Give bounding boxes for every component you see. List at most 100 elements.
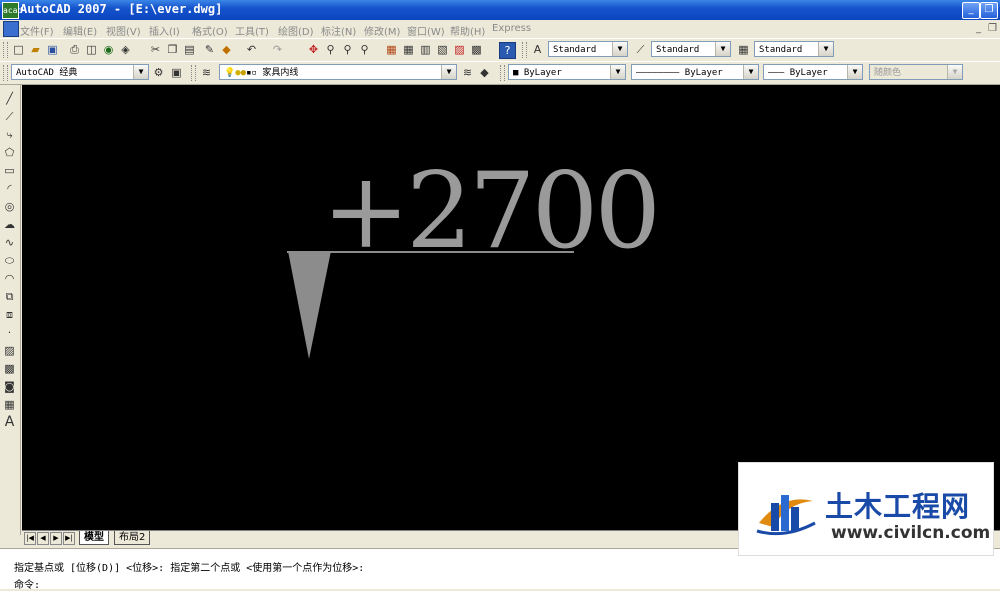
make-block-icon[interactable]: ⧈ bbox=[2, 307, 17, 322]
gradient-icon[interactable]: ▩ bbox=[2, 361, 17, 376]
ellipse-arc-icon[interactable]: ◠ bbox=[2, 271, 17, 286]
layer-manager-icon[interactable]: ≋ bbox=[199, 65, 214, 80]
elevation-triangle[interactable] bbox=[288, 251, 331, 359]
match-properties-icon[interactable]: ✎ bbox=[202, 42, 217, 57]
lineweight-select[interactable]: ——— ByLayer ▼ bbox=[763, 64, 863, 80]
toolbar-grip[interactable] bbox=[3, 65, 8, 81]
properties-toolbar-grip[interactable] bbox=[500, 65, 505, 81]
workspace-select[interactable]: AutoCAD 经典 ▼ bbox=[11, 64, 149, 80]
toolbar-grip[interactable] bbox=[3, 42, 8, 58]
tool-palettes-icon[interactable]: ▥ bbox=[418, 42, 433, 57]
point-icon[interactable]: · bbox=[2, 325, 17, 340]
text-style-select[interactable]: Standard ▼ bbox=[548, 41, 628, 57]
polyline-icon[interactable]: ⤷ bbox=[2, 127, 17, 142]
doc-minimize-button[interactable]: _ bbox=[976, 23, 981, 34]
prev-tab-button[interactable]: ◀ bbox=[37, 532, 49, 545]
paste-icon[interactable]: ▤ bbox=[182, 42, 197, 57]
chevron-down-icon[interactable]: ▼ bbox=[715, 42, 730, 56]
menu-express[interactable]: Express bbox=[492, 23, 531, 34]
open-file-icon[interactable]: ▰ bbox=[28, 42, 43, 57]
workspace-settings-icon[interactable]: ⚙ bbox=[151, 65, 166, 80]
doc-restore-button[interactable]: ❐ bbox=[988, 23, 997, 34]
menu-view[interactable]: 视图(V) bbox=[106, 23, 141, 38]
next-tab-button[interactable]: ▶ bbox=[50, 532, 62, 545]
design-center-icon[interactable]: ▦ bbox=[401, 42, 416, 57]
layer-select[interactable]: 💡●●▪▫ 家具内线 ▼ bbox=[219, 64, 457, 80]
elevation-symbol[interactable] bbox=[287, 251, 333, 361]
layers-toolbar-grip[interactable] bbox=[191, 65, 196, 81]
revision-cloud-icon[interactable]: ☁ bbox=[2, 217, 17, 232]
menu-format[interactable]: 格式(O) bbox=[192, 23, 228, 38]
hatch-icon[interactable]: ▨ bbox=[2, 343, 17, 358]
command-prompt[interactable]: 命令: bbox=[14, 576, 40, 591]
copy-icon[interactable]: ❐ bbox=[165, 42, 180, 57]
redo-icon[interactable]: ↷ bbox=[270, 42, 285, 57]
dim-style-select[interactable]: Standard ▼ bbox=[651, 41, 731, 57]
chevron-down-icon[interactable]: ▼ bbox=[743, 65, 758, 79]
chevron-down-icon[interactable]: ▼ bbox=[847, 65, 862, 79]
calculator-icon[interactable]: ▩ bbox=[469, 42, 484, 57]
zoom-window-icon[interactable]: ⚲ bbox=[340, 42, 355, 57]
autocad-app-icon[interactable]: acad bbox=[2, 2, 22, 19]
layer-previous-icon[interactable]: ◆ bbox=[477, 65, 492, 80]
document-icon[interactable] bbox=[3, 21, 19, 37]
menu-draw[interactable]: 绘图(D) bbox=[278, 23, 314, 38]
last-tab-button[interactable]: ▶| bbox=[63, 532, 75, 545]
construction-line-icon[interactable]: ⟋ bbox=[2, 109, 17, 124]
circle-icon[interactable]: ◎ bbox=[2, 199, 17, 214]
print-preview-icon[interactable]: ◫ bbox=[84, 42, 99, 57]
zoom-previous-icon[interactable]: ⚲ bbox=[357, 42, 372, 57]
arc-icon[interactable]: ◜ bbox=[2, 181, 17, 196]
polygon-icon[interactable]: ⬠ bbox=[2, 145, 17, 160]
styles-toolbar-grip[interactable] bbox=[522, 42, 527, 58]
ellipse-icon[interactable]: ⬭ bbox=[2, 253, 17, 268]
chevron-down-icon[interactable]: ▼ bbox=[612, 42, 627, 56]
minimize-button[interactable]: _ bbox=[962, 2, 980, 19]
line-icon[interactable]: ╱ bbox=[2, 91, 17, 106]
spline-icon[interactable]: ∿ bbox=[2, 235, 17, 250]
chevron-down-icon[interactable]: ▼ bbox=[133, 65, 148, 79]
dim-style-icon[interactable]: ⟋ bbox=[633, 42, 648, 57]
region-icon[interactable]: ◙ bbox=[2, 379, 17, 394]
menu-modify[interactable]: 修改(M) bbox=[364, 23, 400, 38]
menu-insert[interactable]: 插入(I) bbox=[149, 23, 180, 38]
make-current-layer-icon[interactable]: ≋ bbox=[460, 65, 475, 80]
new-file-icon[interactable]: □ bbox=[11, 42, 26, 57]
help-icon[interactable]: ? bbox=[499, 42, 516, 59]
restore-button[interactable]: ❐ bbox=[980, 2, 998, 19]
print-icon[interactable]: ⎙ bbox=[67, 42, 82, 57]
linetype-select[interactable]: ———————— ByLayer ▼ bbox=[631, 64, 759, 80]
workspace-save-icon[interactable]: ▣ bbox=[169, 65, 184, 80]
menu-file[interactable]: 文件(F) bbox=[20, 23, 54, 38]
chevron-down-icon[interactable]: ▼ bbox=[441, 65, 456, 79]
table-icon[interactable]: ▦ bbox=[2, 397, 17, 412]
table-style-icon[interactable]: ▦ bbox=[736, 42, 751, 57]
save-icon[interactable]: ▣ bbox=[45, 42, 60, 57]
rectangle-icon[interactable]: ▭ bbox=[2, 163, 17, 178]
menu-help[interactable]: 帮助(H) bbox=[450, 23, 485, 38]
menu-tools[interactable]: 工具(T) bbox=[235, 23, 269, 38]
menu-dimension[interactable]: 标注(N) bbox=[321, 23, 356, 38]
first-tab-button[interactable]: |◀ bbox=[24, 532, 36, 545]
publish-icon[interactable]: ◉ bbox=[101, 42, 116, 57]
tab-layout2[interactable]: 布局2 bbox=[114, 531, 151, 545]
tab-model[interactable]: 模型 bbox=[79, 531, 109, 545]
table-style-select[interactable]: Standard ▼ bbox=[754, 41, 834, 57]
block-editor-icon[interactable]: ◆ bbox=[219, 42, 234, 57]
markup-icon[interactable]: ▨ bbox=[452, 42, 467, 57]
undo-icon[interactable]: ↶ bbox=[244, 42, 259, 57]
zoom-realtime-icon[interactable]: ⚲ bbox=[323, 42, 338, 57]
text-style-icon[interactable]: A bbox=[530, 42, 545, 57]
chevron-down-icon[interactable]: ▼ bbox=[610, 65, 625, 79]
chevron-down-icon[interactable]: ▼ bbox=[818, 42, 833, 56]
3d-dwf-icon[interactable]: ◈ bbox=[118, 42, 133, 57]
sheet-set-icon[interactable]: ▧ bbox=[435, 42, 450, 57]
menu-edit[interactable]: 编辑(E) bbox=[63, 23, 97, 38]
insert-block-icon[interactable]: ⧉ bbox=[2, 289, 17, 304]
cut-icon[interactable]: ✂ bbox=[148, 42, 163, 57]
color-select[interactable]: ■ ByLayer ▼ bbox=[508, 64, 626, 80]
pan-icon[interactable]: ✥ bbox=[306, 42, 321, 57]
properties-icon[interactable]: ▦ bbox=[384, 42, 399, 57]
menu-window[interactable]: 窗口(W) bbox=[407, 23, 445, 38]
elevation-text[interactable]: +2700 bbox=[322, 159, 661, 264]
